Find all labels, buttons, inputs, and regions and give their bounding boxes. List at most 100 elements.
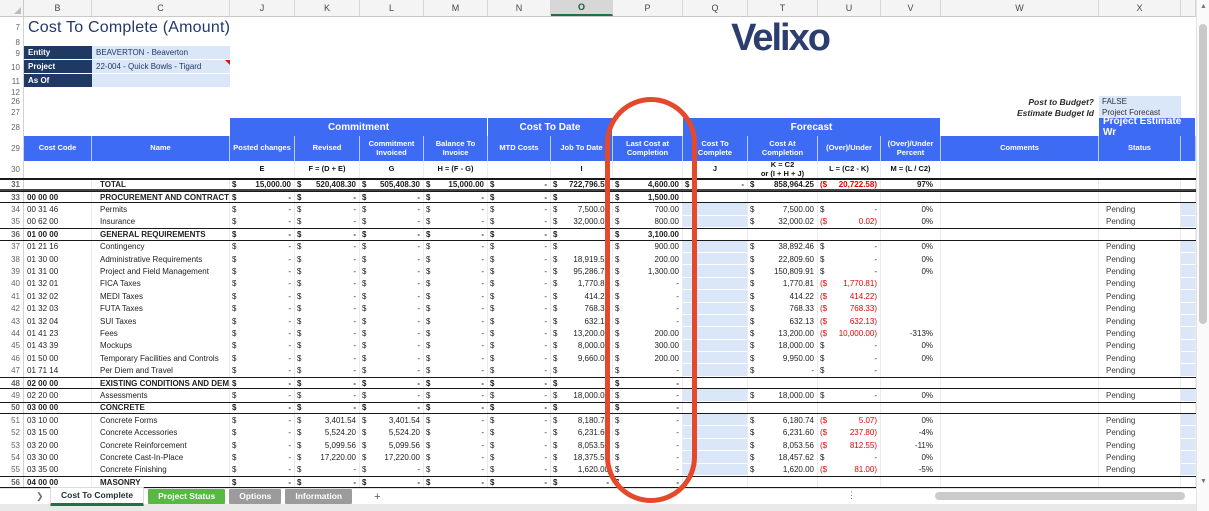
- cell-cost-to-complete[interactable]: $-: [683, 180, 748, 189]
- cell-over-under-percent[interactable]: [881, 315, 941, 327]
- cell-status[interactable]: Pending: [1099, 439, 1181, 451]
- cell-job-to-date[interactable]: $8,180.74: [551, 414, 613, 426]
- cell-cost-to-complete-input[interactable]: [683, 265, 748, 277]
- cell-posted-changes[interactable]: $-: [230, 253, 295, 265]
- column-header-w[interactable]: W: [941, 0, 1099, 16]
- row-header[interactable]: 41: [0, 290, 24, 302]
- cell-mtd-costs[interactable]: $-: [488, 464, 551, 476]
- cell-writeback-partial[interactable]: [1181, 315, 1196, 327]
- cell-job-to-date[interactable]: $-: [551, 378, 613, 388]
- cell-commitment-invoiced[interactable]: $-: [360, 477, 424, 487]
- cell-cost-code[interactable]: 00 00 00: [24, 192, 92, 202]
- cell-over-under[interactable]: ($10,000.00): [818, 327, 881, 339]
- cell-cost-to-complete[interactable]: [683, 477, 748, 487]
- cell-writeback-partial[interactable]: [1181, 389, 1196, 401]
- column-header-p[interactable]: P: [613, 0, 683, 16]
- cell-over-under-percent[interactable]: 0%: [881, 451, 941, 463]
- column-header-u[interactable]: U: [818, 0, 881, 16]
- cell-mtd-costs[interactable]: $-: [488, 192, 551, 202]
- cell-commitment-invoiced[interactable]: $-: [360, 253, 424, 265]
- cell-over-under-percent[interactable]: -313%: [881, 327, 941, 339]
- cell-last-cost-at-completion[interactable]: $-: [613, 464, 683, 476]
- cell-cost-at-completion[interactable]: $150,809.91: [748, 265, 818, 277]
- row-header[interactable]: 27: [0, 107, 24, 118]
- cell-balance-to-invoice[interactable]: $-: [424, 477, 488, 487]
- cell-commitment-invoiced[interactable]: $3,401.54: [360, 414, 424, 426]
- cell-cost-at-completion[interactable]: $6,231.60: [748, 426, 818, 438]
- row-header[interactable]: 53: [0, 439, 24, 451]
- cell-over-under[interactable]: $-: [818, 352, 881, 364]
- cell-cost-to-complete-input[interactable]: [683, 451, 748, 463]
- cell-writeback-partial[interactable]: [1181, 426, 1196, 438]
- cell-status[interactable]: Pending: [1099, 203, 1181, 215]
- cell-cost-to-complete-input[interactable]: [683, 414, 748, 426]
- cell-over-under[interactable]: ($81.00): [818, 464, 881, 476]
- cell-revised[interactable]: $-: [295, 229, 360, 239]
- cell-job-to-date[interactable]: $6,231.60: [551, 426, 613, 438]
- cell-name[interactable]: Concrete Reinforcement: [92, 439, 230, 451]
- cell-last-cost-at-completion[interactable]: $200.00: [613, 327, 683, 339]
- cell-status[interactable]: Pending: [1099, 216, 1181, 228]
- cell-name[interactable]: Permits: [92, 203, 230, 215]
- cell-last-cost-at-completion[interactable]: $300.00: [613, 340, 683, 352]
- tab-options[interactable]: Options: [229, 489, 281, 504]
- row-header[interactable]: 40: [0, 278, 24, 290]
- cell-cost-to-complete-input[interactable]: [683, 439, 748, 451]
- cell-writeback-partial[interactable]: [1181, 327, 1196, 339]
- cell-cost-to-complete[interactable]: [683, 229, 748, 239]
- cell-name[interactable]: Temporary Facilities and Controls: [92, 352, 230, 364]
- cell-mtd-costs[interactable]: $-: [488, 439, 551, 451]
- cell-posted-changes[interactable]: $-: [230, 327, 295, 339]
- cell-posted-changes[interactable]: $-: [230, 229, 295, 239]
- cell-status[interactable]: Pending: [1099, 451, 1181, 463]
- cell-writeback-partial[interactable]: [1181, 192, 1196, 202]
- cell-cost-at-completion[interactable]: $414.22: [748, 290, 818, 302]
- row-header[interactable]: 50: [0, 403, 24, 413]
- cell-cost-at-completion[interactable]: $6,180.74: [748, 414, 818, 426]
- cell-mtd-costs[interactable]: $-: [488, 216, 551, 228]
- row-header[interactable]: 36: [0, 229, 24, 239]
- cell-last-cost-at-completion[interactable]: $700.00: [613, 203, 683, 215]
- cell-commitment-invoiced[interactable]: $505,408.30: [360, 180, 424, 189]
- row-header[interactable]: 11: [0, 74, 24, 88]
- tab-cost-to-complete[interactable]: Cost To Complete: [50, 487, 144, 506]
- cell-cost-code[interactable]: [24, 180, 92, 189]
- row-header[interactable]: 12: [0, 88, 24, 96]
- row-header[interactable]: 9: [0, 46, 24, 60]
- cell-cost-to-complete[interactable]: [683, 378, 748, 388]
- cell-writeback-partial[interactable]: [1181, 278, 1196, 290]
- cell-over-under[interactable]: $-: [818, 241, 881, 253]
- cell-over-under[interactable]: $-: [818, 203, 881, 215]
- cell-balance-to-invoice[interactable]: $-: [424, 315, 488, 327]
- cell-status[interactable]: Pending: [1099, 426, 1181, 438]
- column-header-k[interactable]: K: [295, 0, 360, 16]
- cell-posted-changes[interactable]: $-: [230, 278, 295, 290]
- cell-revised[interactable]: $-: [295, 203, 360, 215]
- cell-balance-to-invoice[interactable]: $-: [424, 229, 488, 239]
- cell-job-to-date[interactable]: $-: [551, 229, 613, 239]
- cell-cost-code[interactable]: 00 31 46: [24, 203, 92, 215]
- cell-over-under[interactable]: [818, 403, 881, 413]
- cell-balance-to-invoice[interactable]: $-: [424, 278, 488, 290]
- cell-name[interactable]: PROCUREMENT AND CONTRACTING REQ: [92, 192, 230, 202]
- cell-writeback-partial[interactable]: [1181, 439, 1196, 451]
- cell-comments[interactable]: [941, 192, 1099, 202]
- cell-status[interactable]: Pending: [1099, 290, 1181, 302]
- cell-job-to-date[interactable]: $8,000.00: [551, 340, 613, 352]
- cell-comments[interactable]: [941, 352, 1099, 364]
- cell-name[interactable]: MASONRY: [92, 477, 230, 487]
- cell-mtd-costs[interactable]: $-: [488, 378, 551, 388]
- cell-posted-changes[interactable]: $-: [230, 414, 295, 426]
- row-header[interactable]: 31: [0, 180, 24, 189]
- cell-last-cost-at-completion[interactable]: $-: [613, 414, 683, 426]
- post-to-budget-value-cell[interactable]: FALSE: [1099, 96, 1181, 107]
- cell-last-cost-at-completion[interactable]: $4,600.00: [613, 180, 683, 189]
- cell-name[interactable]: TOTAL: [92, 180, 230, 189]
- cell-name[interactable]: Project and Field Management: [92, 265, 230, 277]
- cell-writeback-partial[interactable]: [1181, 303, 1196, 315]
- column-header-o[interactable]: O: [551, 0, 613, 16]
- cell-revised[interactable]: $-: [295, 378, 360, 388]
- cell-job-to-date[interactable]: $768.33: [551, 303, 613, 315]
- row-header[interactable]: 37: [0, 241, 24, 253]
- cell-comments[interactable]: [941, 180, 1099, 189]
